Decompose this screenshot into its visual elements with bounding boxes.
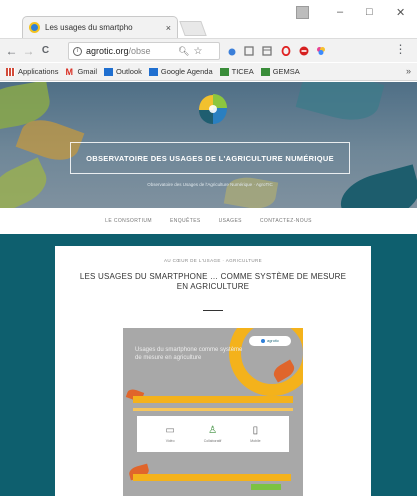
nav-link-contact[interactable]: CONTACTEZ-NOUS bbox=[260, 218, 312, 224]
smartphone-icon: ▯ bbox=[252, 425, 259, 436]
bookmarks-more-icon[interactable]: » bbox=[406, 66, 411, 76]
bookmark-star-icon[interactable]: ☆ bbox=[193, 46, 202, 57]
video-icon: ▭ bbox=[165, 425, 175, 436]
forward-button[interactable]: → bbox=[20, 44, 37, 58]
infographic-panel: ▭ Vidéo ♙ Collaboratif ▯ Mobile bbox=[137, 416, 289, 452]
agrotic-logo-icon bbox=[260, 338, 265, 343]
browser-tab[interactable]: Les usages du smartpho × bbox=[22, 16, 178, 38]
infographic-green-bar bbox=[251, 484, 281, 490]
extension-adblock-icon[interactable] bbox=[299, 46, 309, 56]
calendar-icon bbox=[148, 67, 158, 76]
address-bar[interactable]: i agrotic.org/obse 🔍︎ ☆ bbox=[68, 42, 220, 60]
site-favicon-icon bbox=[29, 22, 40, 33]
decor-leaf bbox=[0, 157, 53, 208]
site-nav: LE CONSORTIUM ENQUÊTES USAGES CONTACTEZ-… bbox=[0, 208, 417, 234]
article-card: AU CŒUR DE L'USAGE · AGRICULTURE LES USA… bbox=[55, 246, 371, 496]
new-tab-button[interactable] bbox=[179, 21, 207, 36]
browser-toolbar: ← → C i agrotic.org/obse 🔍︎ ☆ ⋮ bbox=[0, 38, 417, 62]
tab-title: Les usages du smartpho bbox=[45, 23, 133, 32]
site-subtitle: Observatoire des Usages de l'Agriculture… bbox=[147, 182, 273, 187]
infographic-bar bbox=[133, 396, 293, 403]
apps-grid-icon bbox=[6, 67, 15, 76]
nav-link-enquetes[interactable]: ENQUÊTES bbox=[170, 218, 201, 224]
close-window-button[interactable]: ✕ bbox=[396, 6, 405, 19]
nav-link-consortium[interactable]: LE CONSORTIUM bbox=[105, 218, 152, 224]
extension-drop-icon[interactable] bbox=[227, 46, 237, 56]
outlook-icon bbox=[104, 67, 114, 76]
nav-link-usages[interactable]: USAGES bbox=[219, 218, 242, 224]
article-title[interactable]: LES USAGES DU SMARTPHONE … COMME SYSTÈME… bbox=[73, 272, 353, 292]
person-icon: ♙ bbox=[208, 425, 218, 436]
gmail-icon: M bbox=[65, 66, 73, 77]
browser-titlebar: Les usages du smartpho × – □ ✕ bbox=[0, 0, 417, 38]
tab-close-icon[interactable]: × bbox=[166, 23, 171, 33]
infographic-text: Usages du smartphone comme système de me… bbox=[135, 347, 243, 361]
extension-window-icon[interactable] bbox=[262, 46, 272, 56]
bookmark-google-agenda[interactable]: Google Agenda bbox=[148, 67, 213, 76]
site-title: OBSERVATOIRE DES USAGES DE L'AGRICULTURE… bbox=[86, 153, 334, 163]
title-divider bbox=[203, 310, 223, 311]
maximize-button[interactable]: □ bbox=[366, 6, 373, 18]
url-text: agrotic.org/obse bbox=[86, 46, 151, 56]
panel-item: ▯ Mobile bbox=[250, 425, 261, 443]
article-kicker: AU CŒUR DE L'USAGE · AGRICULTURE bbox=[163, 258, 263, 263]
panel-item: ♙ Collaboratif bbox=[203, 425, 222, 443]
reload-button[interactable]: C bbox=[37, 45, 54, 56]
extension-box-icon[interactable] bbox=[244, 46, 254, 56]
infographic-badge: agrotic bbox=[249, 336, 291, 346]
extension-opera-icon[interactable] bbox=[281, 46, 291, 56]
agrotic-logo-icon[interactable] bbox=[196, 92, 230, 126]
back-button[interactable]: ← bbox=[3, 44, 20, 58]
article-infographic[interactable]: agrotic Usages du smartphone comme systè… bbox=[123, 328, 303, 496]
site-info-icon[interactable]: i bbox=[73, 46, 82, 56]
infographic-bar bbox=[133, 408, 293, 411]
folder-icon bbox=[260, 67, 270, 76]
profile-icon[interactable] bbox=[296, 6, 309, 19]
bookmark-gmail[interactable]: M Gmail bbox=[65, 67, 97, 76]
zoom-icon[interactable]: 🔍︎ bbox=[178, 46, 189, 57]
decor-leaf bbox=[295, 82, 385, 128]
browser-menu-icon[interactable]: ⋮ bbox=[392, 42, 409, 56]
bookmark-ticea[interactable]: TICEA bbox=[219, 67, 254, 76]
extension-color-icon[interactable] bbox=[316, 46, 326, 56]
folder-icon bbox=[219, 67, 229, 76]
decor-leaf bbox=[223, 173, 279, 208]
bookmark-outlook[interactable]: Outlook bbox=[104, 67, 142, 76]
site-hero: OBSERVATOIRE DES USAGES DE L'AGRICULTURE… bbox=[0, 82, 417, 208]
panel-item: ▭ Vidéo bbox=[165, 425, 175, 443]
bookmarks-bar: Applications M Gmail Outlook Google Agen… bbox=[0, 63, 417, 81]
bookmark-gemsa[interactable]: GEMSA bbox=[260, 67, 300, 76]
infographic-bar bbox=[133, 474, 291, 481]
minimize-button[interactable]: – bbox=[337, 6, 343, 18]
bookmark-applications[interactable]: Applications bbox=[6, 67, 58, 76]
hero-title-box: OBSERVATOIRE DES USAGES DE L'AGRICULTURE… bbox=[70, 142, 350, 174]
